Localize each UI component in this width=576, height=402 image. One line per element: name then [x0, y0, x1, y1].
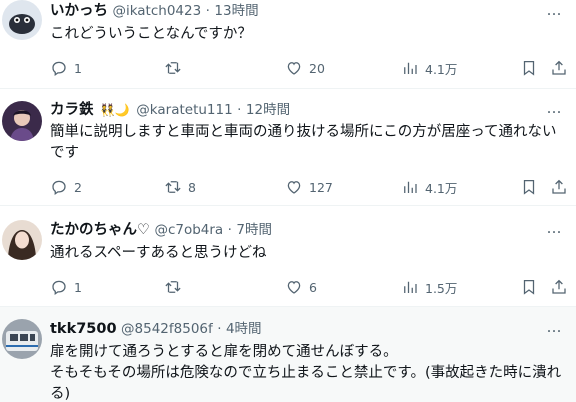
views-icon — [404, 181, 417, 193]
avatar[interactable] — [2, 101, 42, 141]
display-name[interactable]: たかのちゃん♡ — [50, 222, 150, 238]
action-bar: 2 8 127 4.1万 — [50, 177, 566, 197]
views-icon — [404, 62, 417, 74]
like-count: 127 — [309, 179, 333, 195]
more-icon[interactable]: … — [544, 101, 564, 121]
tweet-2[interactable]: カラ鉄 👯🌙 @karatetu111 · 12時間 … 簡単に説明しますと車両… — [0, 89, 576, 206]
views-button[interactable]: 4.1万 — [401, 58, 457, 78]
more-icon[interactable]: … — [544, 320, 564, 340]
bookmark-icon — [523, 60, 535, 76]
view-count: 1.5万 — [425, 280, 458, 296]
tweet-text: これどういうことなんですか？ — [50, 26, 252, 42]
user-handle[interactable]: @karatetu111 — [136, 102, 232, 118]
user-handle[interactable]: @8542f8506f — [121, 321, 213, 337]
share-icon — [552, 179, 566, 194]
avatar[interactable] — [2, 319, 42, 359]
separator-dot: · — [237, 102, 242, 118]
views-button[interactable]: 1.5万 — [401, 277, 457, 297]
display-name[interactable]: いかっち — [50, 3, 108, 19]
tweet-header: tkk7500 @8542f8506f · 4時間 — [50, 319, 536, 339]
share-button[interactable] — [550, 277, 568, 297]
separator-dot: · — [217, 321, 222, 337]
bookmark-button[interactable] — [520, 277, 538, 297]
tweet-text: 通れるスペーすあると思うけどね — [50, 245, 267, 261]
reply-count: 1 — [74, 279, 82, 295]
share-icon — [552, 60, 566, 75]
retweet-icon — [165, 62, 181, 74]
timestamp[interactable]: 13時間 — [214, 3, 258, 19]
tweet-text: 簡単に説明しますと車両と車両の通り抜ける場所にこの方が居座って通れないです — [50, 124, 557, 161]
like-icon — [287, 281, 301, 294]
reply-button[interactable]: 1 — [50, 277, 82, 297]
reply-icon — [52, 61, 66, 76]
tweet-header: いかっち @ikatch0423 · 13時間 — [50, 1, 536, 21]
like-button[interactable]: 20 — [285, 58, 325, 78]
timestamp[interactable]: 4時間 — [226, 321, 262, 337]
separator-dot: · — [227, 222, 232, 238]
reply-count: 1 — [74, 60, 82, 76]
like-count: 6 — [309, 279, 317, 295]
name-emoji: 👯🌙 — [99, 103, 130, 117]
avatar[interactable] — [2, 0, 42, 40]
tweet-4[interactable]: tkk7500 @8542f8506f · 4時間 … 扉を開けて通ろうとすると… — [0, 307, 576, 402]
tweet-text: 扉を開けて通ろうとすると扉を閉めて通せんぼする。 そもそもその場所は危険なので立… — [50, 344, 562, 402]
action-bar: 1 6 1.5万 — [50, 277, 566, 297]
share-button[interactable] — [550, 58, 568, 78]
views-button[interactable]: 4.1万 — [401, 177, 457, 197]
retweet-button[interactable] — [164, 277, 188, 297]
like-icon — [287, 181, 301, 194]
reply-icon — [52, 280, 66, 295]
bookmark-icon — [523, 179, 535, 195]
like-button[interactable]: 127 — [285, 177, 333, 197]
bookmark-button[interactable] — [520, 177, 538, 197]
tweet-header: カラ鉄 👯🌙 @karatetu111 · 12時間 — [50, 100, 536, 120]
timestamp[interactable]: 12時間 — [246, 102, 290, 118]
action-bar: 1 20 4.1万 — [50, 58, 566, 78]
share-icon — [552, 279, 566, 294]
views-icon — [404, 281, 417, 293]
retweet-icon — [165, 281, 181, 293]
retweet-icon — [165, 181, 181, 193]
retweet-count: 8 — [188, 179, 196, 195]
like-icon — [287, 62, 301, 75]
bookmark-button[interactable] — [520, 58, 538, 78]
reply-count: 2 — [74, 179, 82, 195]
more-icon[interactable]: … — [544, 221, 564, 241]
tweet-3[interactable]: たかのちゃん♡ @c7ob4ra · 7時間 … 通れるスペーすあると思うけどね… — [0, 206, 576, 307]
retweet-button[interactable]: 8 — [164, 177, 196, 197]
view-count: 4.1万 — [425, 61, 458, 77]
retweet-button[interactable] — [164, 58, 188, 78]
user-handle[interactable]: @ikatch0423 — [112, 3, 201, 19]
reply-icon — [52, 180, 66, 195]
user-handle[interactable]: @c7ob4ra — [154, 222, 223, 238]
tweet-1[interactable]: いかっち @ikatch0423 · 13時間 … これどういうことなんですか？… — [0, 0, 576, 89]
share-button[interactable] — [550, 177, 568, 197]
separator-dot: · — [205, 3, 210, 19]
tweet-header: たかのちゃん♡ @c7ob4ra · 7時間 — [50, 220, 536, 240]
avatar[interactable] — [2, 220, 42, 260]
bookmark-icon — [523, 279, 535, 295]
reply-button[interactable]: 2 — [50, 177, 82, 197]
display-name[interactable]: カラ鉄 — [50, 102, 94, 118]
more-icon[interactable]: … — [544, 3, 564, 23]
like-count: 20 — [309, 60, 325, 76]
timestamp[interactable]: 7時間 — [236, 222, 272, 238]
reply-button[interactable]: 1 — [50, 58, 82, 78]
display-name[interactable]: tkk7500 — [50, 321, 117, 337]
like-button[interactable]: 6 — [285, 277, 317, 297]
view-count: 4.1万 — [425, 180, 458, 196]
